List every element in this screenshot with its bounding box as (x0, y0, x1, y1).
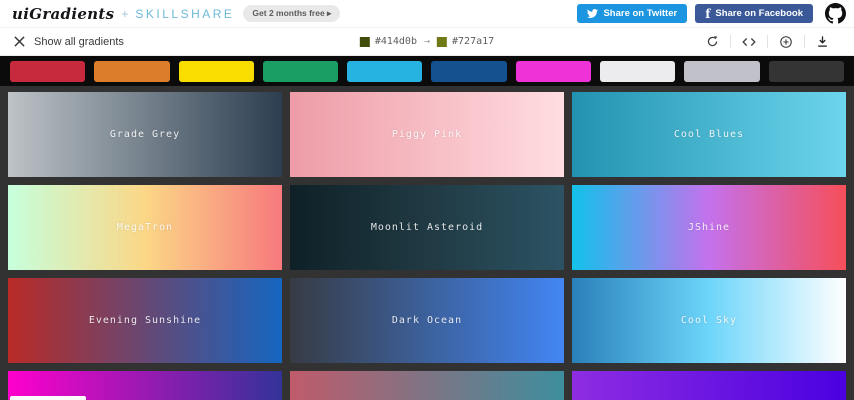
gradient-card[interactable]: Cool Sky (572, 278, 846, 363)
gradient-name: Moonlit Asteroid (370, 222, 484, 233)
rotate-gradient-button[interactable] (695, 35, 730, 48)
to-color-swatch (437, 36, 448, 47)
from-color-swatch (359, 36, 370, 47)
palette-swatch[interactable] (684, 60, 760, 82)
header-left: uiGradients + SKILLSHARE Get 2 months fr… (12, 5, 341, 23)
add-gradient-button[interactable] (768, 35, 804, 49)
skillshare-link[interactable]: SKILLSHARE (135, 7, 234, 21)
palette-swatch[interactable] (431, 60, 507, 82)
gradient-name: Grade Grey (109, 129, 181, 140)
gradient-card[interactable]: Evening Sunshine (8, 278, 282, 363)
gradient-card[interactable] (572, 371, 846, 400)
gradient-name: Cool Sky (680, 315, 738, 326)
palette-swatch[interactable] (600, 60, 676, 82)
code-icon (742, 37, 756, 46)
facebook-icon: f (705, 6, 711, 21)
palette-strip (0, 56, 854, 86)
plus-separator: + (121, 6, 129, 21)
download-button[interactable] (805, 35, 840, 48)
gradient-name: JShine (687, 222, 731, 233)
partial-popup (10, 396, 86, 400)
gradient-name: MegaTron (116, 222, 174, 233)
active-gradient-colors: #414d0b → #727a17 (359, 36, 495, 47)
gradient-grid: Grade Grey Piggy Pink Cool Blues MegaTron Mo… (0, 86, 854, 400)
toolbar: Show all gradients #414d0b → #727a17 (0, 28, 854, 56)
rotate-icon (707, 35, 718, 47)
gradient-name: Dark Ocean (391, 315, 463, 326)
share-facebook-label: Share on Facebook (715, 8, 803, 19)
gradient-card[interactable]: MegaTron (8, 185, 282, 270)
palette-swatch[interactable] (262, 60, 339, 82)
share-twitter-label: Share on Twitter (603, 8, 678, 19)
gradient-name: Cool Blues (673, 129, 745, 140)
arrow-right-icon: → (423, 36, 431, 47)
page: uiGradients + SKILLSHARE Get 2 months fr… (0, 0, 854, 400)
download-icon (818, 36, 827, 47)
header: uiGradients + SKILLSHARE Get 2 months fr… (0, 0, 854, 28)
gradient-name: Piggy Pink (391, 129, 463, 140)
gradient-card[interactable]: Grade Grey (8, 92, 282, 177)
show-all-gradients-button[interactable]: Show all gradients (14, 36, 124, 48)
palette-swatch[interactable] (10, 60, 86, 82)
plus-circle-icon (780, 35, 792, 48)
palette-swatch[interactable] (347, 60, 423, 82)
gradient-card[interactable]: Cool Blues (572, 92, 846, 177)
gradient-card[interactable]: Moonlit Asteroid (290, 185, 564, 270)
show-all-gradients-label: Show all gradients (34, 35, 124, 48)
from-hex-value: #414d0b (374, 36, 417, 47)
share-twitter-button[interactable]: Share on Twitter (577, 4, 688, 23)
twitter-icon (587, 9, 599, 18)
get-code-button[interactable] (731, 36, 767, 48)
close-icon (14, 36, 25, 47)
share-facebook-button[interactable]: f Share on Facebook (695, 4, 813, 23)
gradient-card[interactable]: Piggy Pink (290, 92, 564, 177)
toolbar-actions (695, 35, 840, 49)
gradient-card[interactable]: Dark Ocean (290, 278, 564, 363)
palette-swatch[interactable] (178, 60, 254, 82)
to-hex-value: #727a17 (452, 36, 495, 47)
github-icon (825, 3, 846, 24)
gradient-card[interactable]: JShine (572, 185, 846, 270)
promo-badge[interactable]: Get 2 months free ▸ (243, 5, 341, 22)
github-link[interactable] (825, 3, 846, 24)
palette-swatch[interactable] (768, 60, 844, 82)
uigradients-logo[interactable]: uiGradients (12, 5, 114, 23)
gradient-card[interactable] (290, 371, 564, 400)
palette-swatch[interactable] (94, 60, 170, 82)
header-right: Share on Twitter f Share on Facebook (577, 3, 846, 24)
palette-swatch[interactable] (515, 60, 592, 82)
gradient-name: Evening Sunshine (88, 315, 202, 326)
